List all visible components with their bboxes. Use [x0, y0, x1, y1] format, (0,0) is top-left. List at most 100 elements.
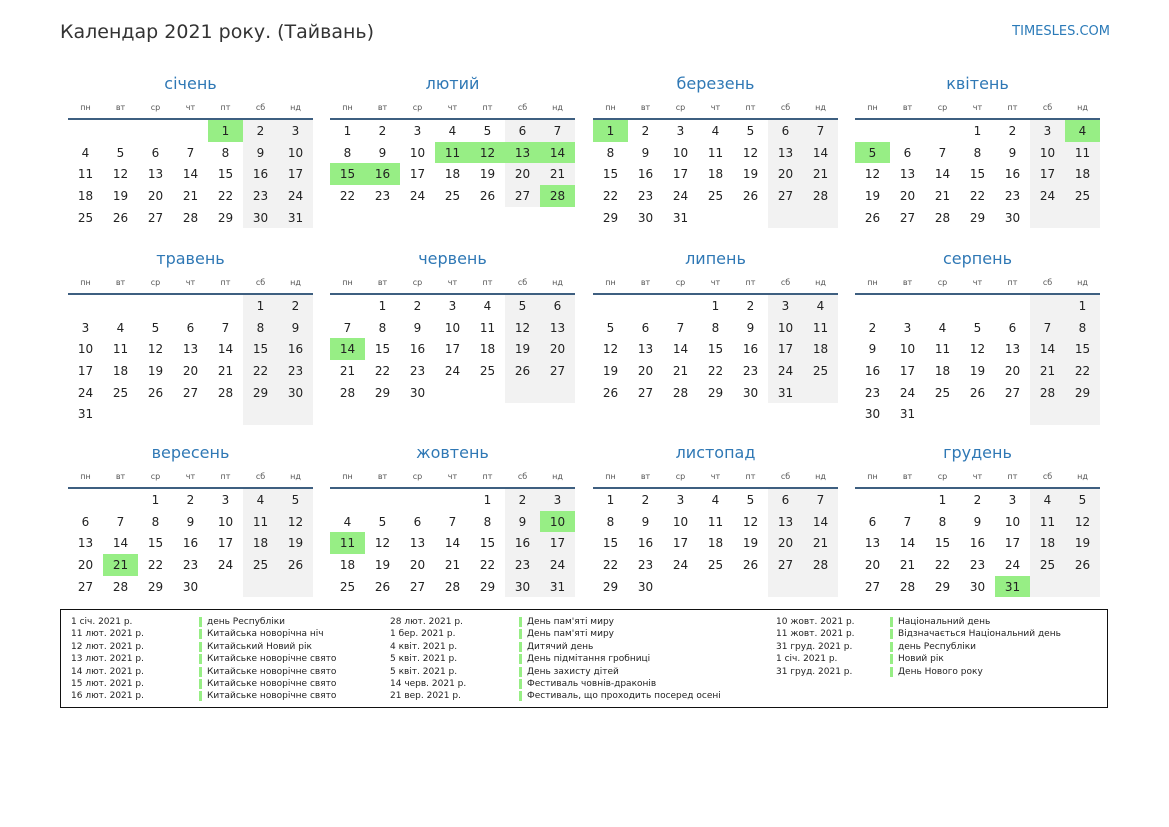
day-cell: 6 [505, 120, 540, 142]
day-cell: 27 [409, 579, 426, 594]
weekday-label: чт [447, 278, 458, 287]
day-cell: 20 [540, 338, 575, 361]
weekday-label: чт [185, 278, 196, 287]
day-cell: 26 [1065, 554, 1100, 576]
empty-day-cell [925, 403, 960, 425]
day-cell: 31 [278, 206, 313, 229]
day-cell: 13 [899, 167, 916, 182]
day-cell: 9 [378, 145, 387, 160]
day-cell: 10 [217, 514, 234, 529]
day-cell: 27 [182, 385, 199, 400]
day-cell: 20 [864, 557, 881, 572]
day-cell: 8 [711, 320, 720, 335]
day-cell: 24 [77, 385, 94, 400]
day-cell: 18 [1065, 163, 1100, 186]
holiday-name: Фестиваль човнів-драконів [519, 678, 656, 689]
empty-day-cell [103, 295, 138, 317]
day-cell: 22 [707, 363, 724, 378]
day-cell: 4 [483, 298, 492, 313]
day-cell: 24 [409, 188, 426, 203]
holiday-name: Китайський Новий рік [199, 641, 312, 652]
day-cell: 25 [243, 554, 278, 576]
day-cell: 3 [1008, 492, 1017, 507]
empty-day-cell [855, 295, 890, 317]
day-cell: 14 [112, 536, 129, 551]
empty-day-cell [733, 576, 768, 598]
day-cell: 11 [803, 316, 838, 339]
day-cell: 3 [81, 320, 90, 335]
holiday-day-cell: 4 [1065, 120, 1100, 142]
day-cell: 30 [637, 579, 654, 594]
day-cell: 8 [221, 145, 230, 160]
day-cell: 21 [899, 557, 916, 572]
day-cell: 17 [77, 363, 94, 378]
day-cell: 25 [707, 188, 724, 203]
empty-day-cell [960, 403, 995, 425]
day-cell: 12 [1065, 510, 1100, 533]
day-cell: 16 [505, 532, 540, 555]
day-cell: 13 [1004, 342, 1021, 357]
holiday-date: 31 груд. 2021 р. [776, 666, 853, 677]
holiday-date: 11 жовт. 2021 р. [776, 629, 855, 640]
month-calendar: листопад пн вт ср чт пт сб нд 1 2 3 4 5 6 7 8 9 10 11 12 13 1… [593, 441, 838, 598]
day-cell: 9 [973, 514, 982, 529]
holiday-date: 13 лют. 2021 р. [71, 654, 144, 665]
day-cell: 9 [505, 510, 540, 533]
weekday-header: пн вт ср чт пт сб нд [330, 100, 575, 116]
day-cell: 14 [803, 141, 838, 164]
holiday-name: Китайське новорічне свято [199, 666, 336, 677]
day-cell: 24 [672, 557, 689, 572]
weekday-label: сб [517, 103, 528, 112]
month-name: листопад [675, 443, 756, 462]
day-cell: 10 [672, 145, 689, 160]
day-cell: 18 [77, 188, 94, 203]
month-calendar: березень пн вт ср чт пт сб нд 1 2 3 4 5 6 7 8 9 10 11 12 13 1… [593, 72, 838, 229]
holiday-name: день Республіки [890, 641, 976, 652]
day-cell: 28 [1030, 381, 1065, 404]
holiday-day-cell: 5 [855, 141, 890, 164]
day-cell: 4 [711, 123, 720, 138]
day-cell: 1 [483, 492, 492, 507]
weekday-header: пн вт ср чт пт сб нд [330, 275, 575, 291]
day-cell: 26 [147, 385, 164, 400]
weekday-label: пт [1007, 472, 1018, 481]
empty-day-cell [330, 489, 365, 511]
day-cell: 17 [672, 536, 689, 551]
weekday-label: пт [482, 103, 493, 112]
day-cell: 2 [413, 298, 422, 313]
day-cell: 10 [1030, 141, 1065, 164]
day-cell: 19 [1065, 532, 1100, 555]
holiday-name: День пам'яті миру [519, 629, 614, 640]
holiday-date: 10 жовт. 2021 р. [776, 617, 855, 627]
empty-day-cell [138, 120, 173, 142]
site-link[interactable]: TIMESLES.COM [1012, 24, 1110, 39]
day-cell: 28 [217, 385, 234, 400]
day-cell: 6 [413, 514, 422, 529]
day-cell: 4 [803, 295, 838, 317]
day-cell: 27 [505, 185, 540, 207]
day-cell: 26 [742, 188, 759, 203]
day-cell: 12 [505, 316, 540, 339]
day-cell: 17 [1004, 536, 1021, 551]
weekday-label: чт [710, 472, 721, 481]
weekday-label: пт [745, 278, 756, 287]
day-cell: 3 [221, 492, 230, 507]
day-cell: 3 [278, 120, 313, 142]
empty-day-cell [208, 576, 243, 598]
holiday-name: Дитячий день [519, 641, 593, 652]
day-cell: 20 [409, 557, 426, 572]
day-cell: 23 [637, 188, 654, 203]
weekday-label: ср [412, 278, 423, 287]
legend-row: 5 квіт. 2021 р. День підмітання гробниці [390, 653, 690, 665]
day-cell: 23 [637, 557, 654, 572]
legend-row: 1 січ. 2021 р. Новий рік [776, 653, 1096, 665]
day-cell: 15 [374, 342, 391, 357]
day-cell: 1 [151, 492, 160, 507]
day-cell: 18 [243, 532, 278, 555]
day-cell: 29 [1065, 381, 1100, 404]
legend-row: 14 лют. 2021 р. Китайське новорічне свято [71, 666, 371, 678]
weekday-header: пн вт ср чт пт сб нд [593, 275, 838, 291]
day-cell: 15 [602, 536, 619, 551]
weekday-label: пн [867, 103, 878, 112]
holiday-day-cell: 31 [995, 575, 1030, 598]
